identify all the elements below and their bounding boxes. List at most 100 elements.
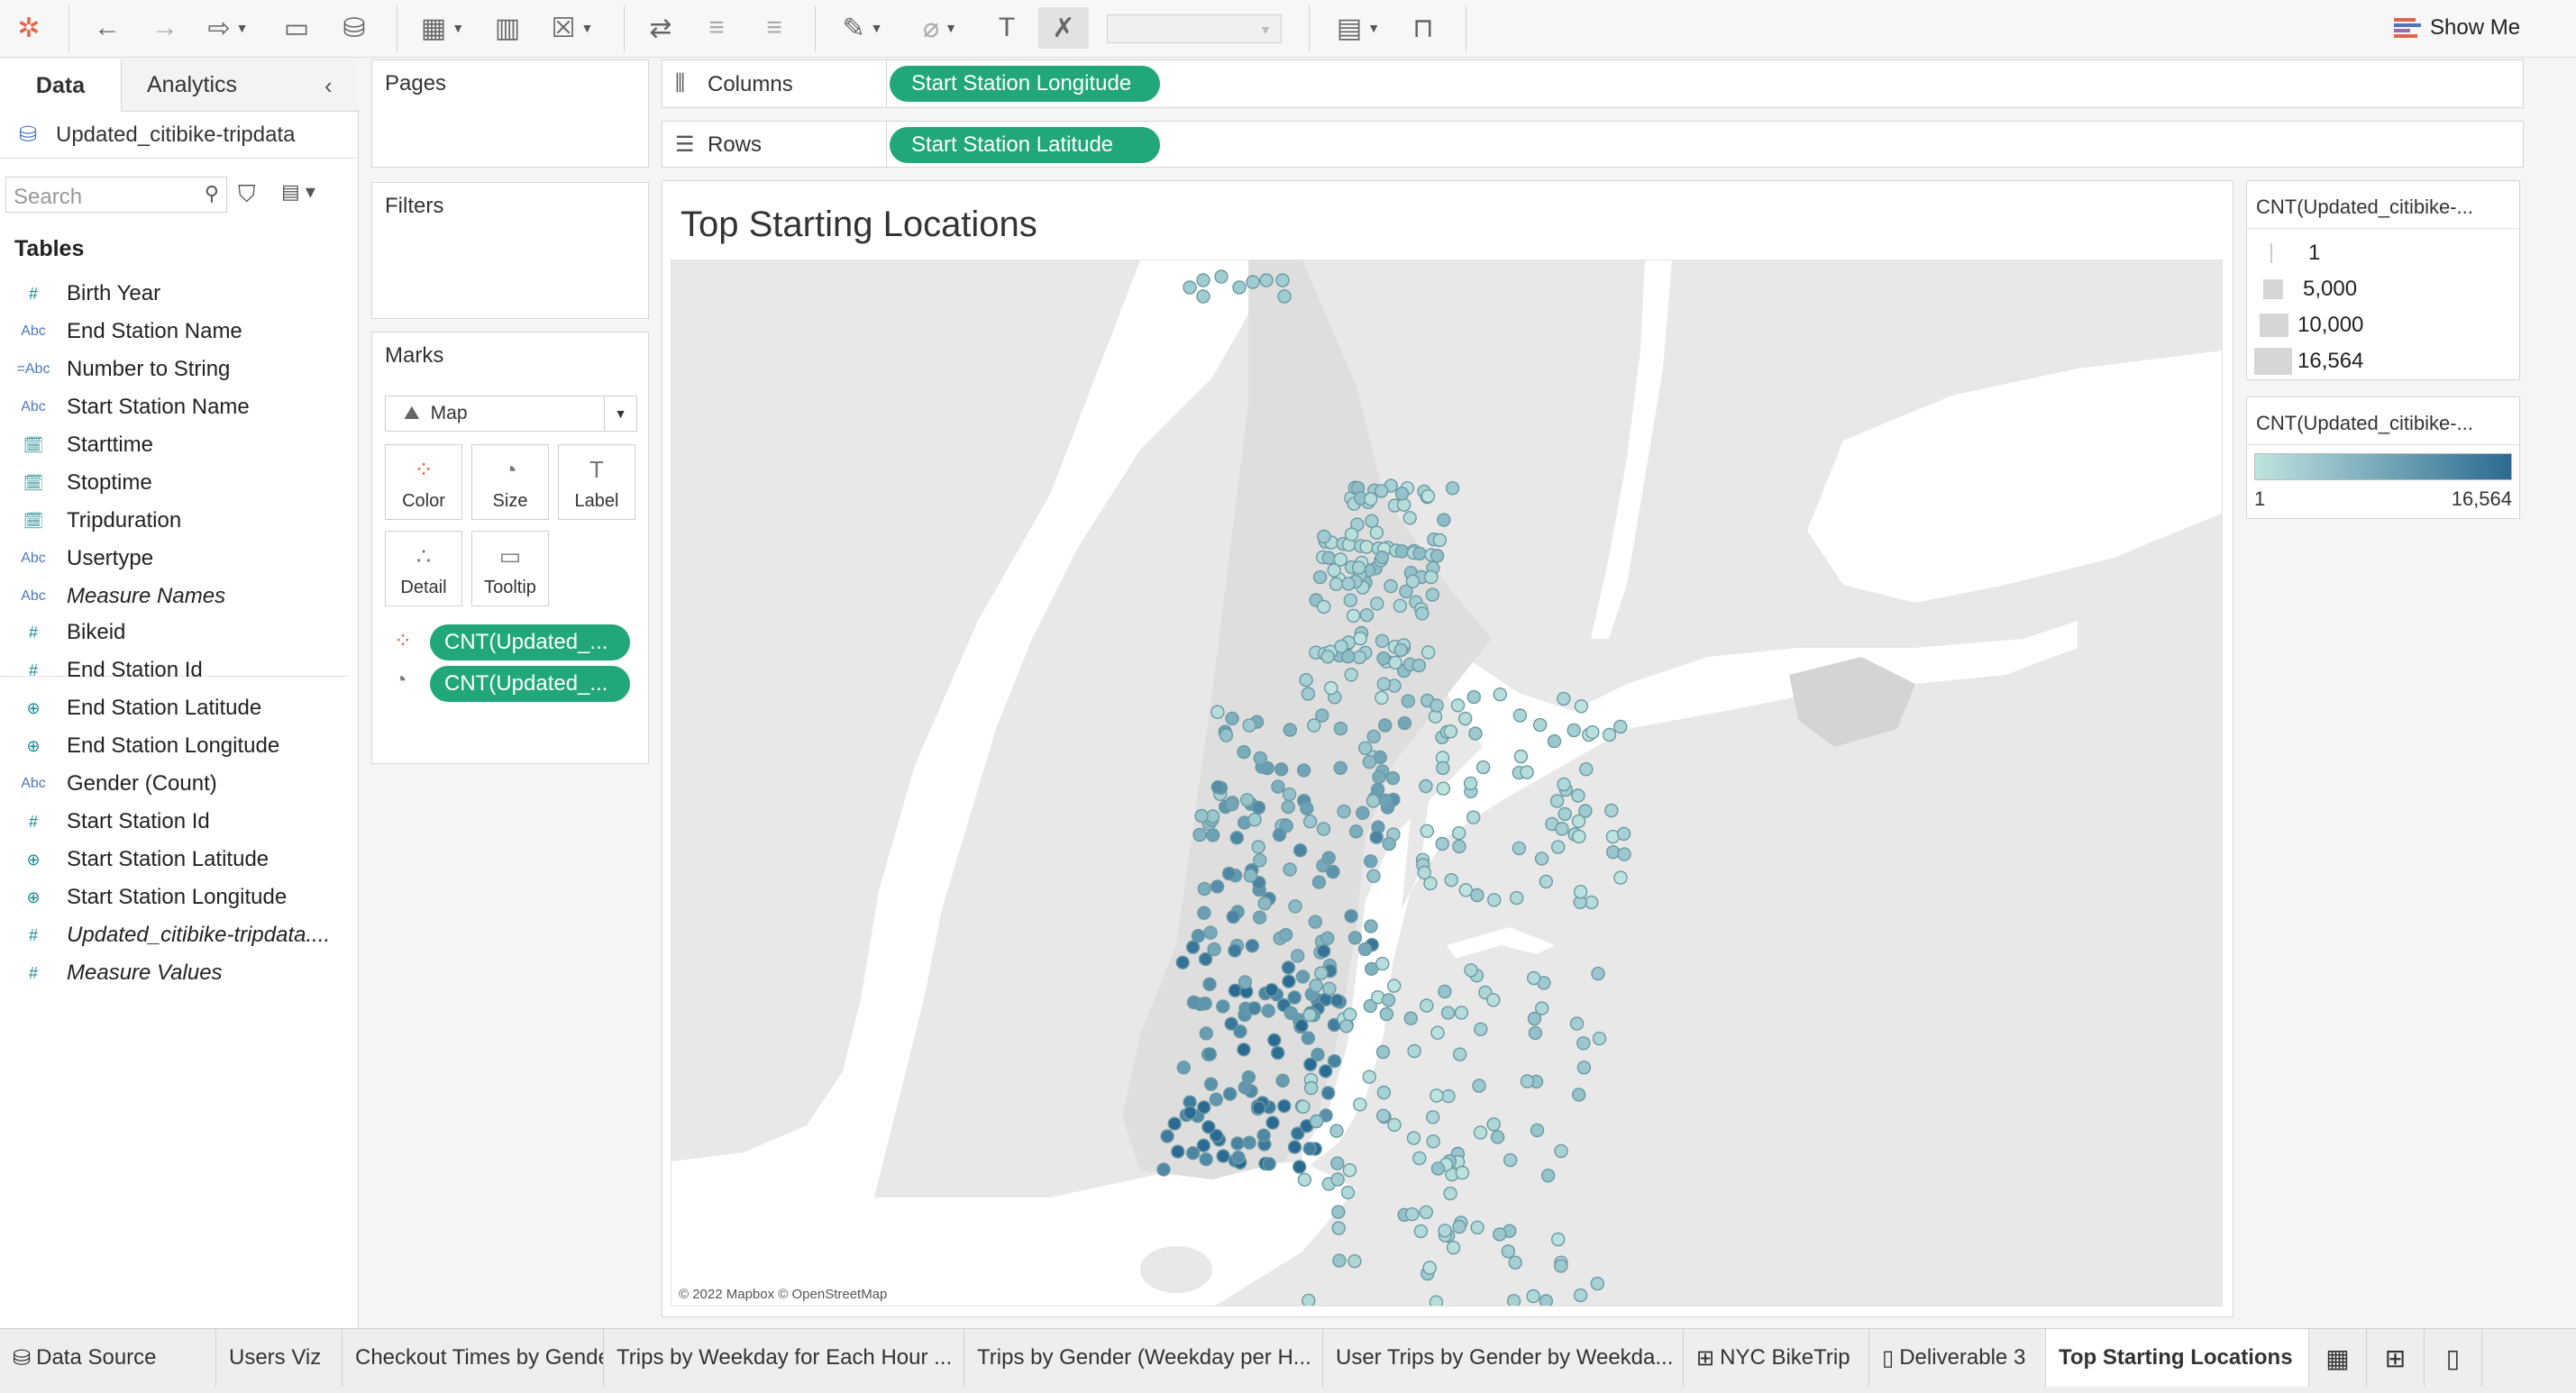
station-dot[interactable] xyxy=(1493,687,1507,702)
station-dot[interactable] xyxy=(1412,546,1427,560)
fit-dropdown[interactable]: ▼ xyxy=(1107,14,1282,43)
station-dot[interactable] xyxy=(1359,608,1375,623)
station-dot[interactable] xyxy=(1357,942,1373,957)
station-dot[interactable] xyxy=(1316,943,1331,959)
station-dot[interactable] xyxy=(1304,1080,1319,1096)
sheet-tab[interactable]: Users Viz xyxy=(216,1329,343,1387)
station-dot[interactable] xyxy=(1473,1125,1488,1140)
station-dot[interactable] xyxy=(1463,776,1478,791)
station-dot[interactable] xyxy=(1326,864,1340,879)
station-dot[interactable] xyxy=(1228,943,1242,958)
station-dot[interactable] xyxy=(1393,642,1408,658)
station-dot[interactable] xyxy=(1451,826,1466,841)
station-dot[interactable] xyxy=(1579,762,1594,777)
station-dot[interactable] xyxy=(1616,826,1631,842)
station-dot[interactable] xyxy=(1257,897,1272,911)
field-item[interactable]: # Start Station Id xyxy=(0,804,357,840)
station-dot[interactable] xyxy=(1430,1025,1445,1040)
station-dot[interactable] xyxy=(1534,851,1549,866)
station-dot[interactable] xyxy=(1557,806,1572,822)
station-dot[interactable] xyxy=(1347,931,1363,945)
station-dot[interactable] xyxy=(1420,824,1434,838)
station-dot[interactable] xyxy=(1613,870,1628,885)
station-dot[interactable] xyxy=(1585,724,1600,740)
station-dot[interactable] xyxy=(1411,658,1426,673)
station-dot[interactable] xyxy=(1426,1110,1440,1124)
station-dot[interactable] xyxy=(1274,762,1289,777)
station-dot[interactable] xyxy=(1441,1088,1456,1104)
station-dot[interactable] xyxy=(1592,1031,1607,1046)
station-dot[interactable] xyxy=(1312,569,1328,585)
station-dot[interactable] xyxy=(1466,810,1481,824)
field-item[interactable]: ⊕ End Station Latitude xyxy=(0,690,357,726)
station-dot[interactable] xyxy=(1508,1255,1522,1270)
sheet-tab[interactable]: Trips by Gender (Weekday per H... xyxy=(964,1329,1323,1387)
station-dot[interactable] xyxy=(1293,843,1308,858)
field-item[interactable]: Abc Start Station Name xyxy=(0,389,357,425)
station-dot[interactable] xyxy=(1176,1061,1191,1075)
station-dot[interactable] xyxy=(1366,869,1381,883)
station-dot[interactable] xyxy=(1375,1044,1391,1060)
station-dot[interactable] xyxy=(1344,668,1358,682)
station-dot[interactable] xyxy=(1432,533,1448,548)
station-dot[interactable] xyxy=(1311,875,1327,889)
station-dot[interactable] xyxy=(1501,1244,1515,1259)
station-dot[interactable] xyxy=(1329,993,1345,1008)
station-dot[interactable] xyxy=(1265,1115,1280,1130)
station-dot[interactable] xyxy=(1308,915,1322,929)
field-item[interactable]: Abc Measure Names xyxy=(0,578,357,615)
tab-data[interactable]: Data xyxy=(0,59,121,112)
station-dot[interactable] xyxy=(1198,951,1213,967)
station-dot[interactable] xyxy=(1300,801,1314,815)
station-dot[interactable] xyxy=(1401,694,1415,708)
station-dot[interactable] xyxy=(1470,888,1484,903)
station-dot[interactable] xyxy=(1346,608,1361,624)
station-dot[interactable] xyxy=(1490,1130,1505,1144)
station-dot[interactable] xyxy=(1221,866,1237,881)
swap-rows-columns-icon[interactable]: ⇄ xyxy=(640,7,681,49)
detail-button[interactable]: ∴ Detail xyxy=(385,531,462,606)
station-dot[interactable] xyxy=(1341,577,1356,591)
station-dot[interactable] xyxy=(1405,1206,1420,1222)
station-dot[interactable] xyxy=(1436,781,1450,796)
station-dot[interactable] xyxy=(1216,999,1230,1014)
station-dot[interactable] xyxy=(1405,574,1420,588)
color-button[interactable]: ⁘ Color xyxy=(385,444,462,520)
station-dot[interactable] xyxy=(1572,829,1586,844)
station-dot[interactable] xyxy=(1219,728,1234,742)
station-dot[interactable] xyxy=(1247,813,1262,827)
station-dot[interactable] xyxy=(1573,1288,1588,1303)
station-dot[interactable] xyxy=(1358,741,1373,755)
station-dot[interactable] xyxy=(1337,804,1351,819)
sort-ascending-icon[interactable]: ≡ xyxy=(696,7,737,49)
sheet-tab[interactable]: User Trips by Gender by Weekda... xyxy=(1323,1329,1684,1387)
station-dot[interactable] xyxy=(1246,275,1260,289)
station-dot[interactable] xyxy=(1331,1221,1346,1235)
station-dot[interactable] xyxy=(1199,1026,1213,1041)
station-dot[interactable] xyxy=(1251,800,1266,815)
station-dot[interactable] xyxy=(1539,874,1553,889)
station-dot[interactable] xyxy=(1301,1031,1316,1045)
station-dot[interactable] xyxy=(1571,788,1585,803)
station-dot[interactable] xyxy=(1605,845,1621,860)
station-dot[interactable] xyxy=(1297,1172,1312,1187)
station-dot[interactable] xyxy=(1375,551,1389,565)
station-dot[interactable] xyxy=(1186,995,1201,1010)
size-measure-pill[interactable]: CNT(Updated_... xyxy=(430,666,630,702)
station-dot[interactable] xyxy=(1230,1136,1245,1151)
station-dot[interactable] xyxy=(1430,698,1444,713)
station-dot[interactable] xyxy=(1429,1295,1444,1307)
station-dot[interactable] xyxy=(1302,1293,1316,1307)
station-dot[interactable] xyxy=(1551,840,1566,854)
station-dot[interactable] xyxy=(1506,1294,1521,1307)
clear-sheet-icon[interactable]: ☒ ▼ xyxy=(541,7,604,49)
station-dot[interactable] xyxy=(1375,484,1389,498)
station-dot[interactable] xyxy=(1320,1086,1336,1100)
station-dot[interactable] xyxy=(1197,1100,1211,1115)
station-dot[interactable] xyxy=(1466,689,1481,705)
columns-pill[interactable]: Start Station Longitude xyxy=(890,66,1160,102)
station-dot[interactable] xyxy=(1243,869,1257,883)
station-dot[interactable] xyxy=(1232,280,1247,295)
station-dot[interactable] xyxy=(1458,883,1473,897)
station-dot[interactable] xyxy=(1366,729,1381,744)
